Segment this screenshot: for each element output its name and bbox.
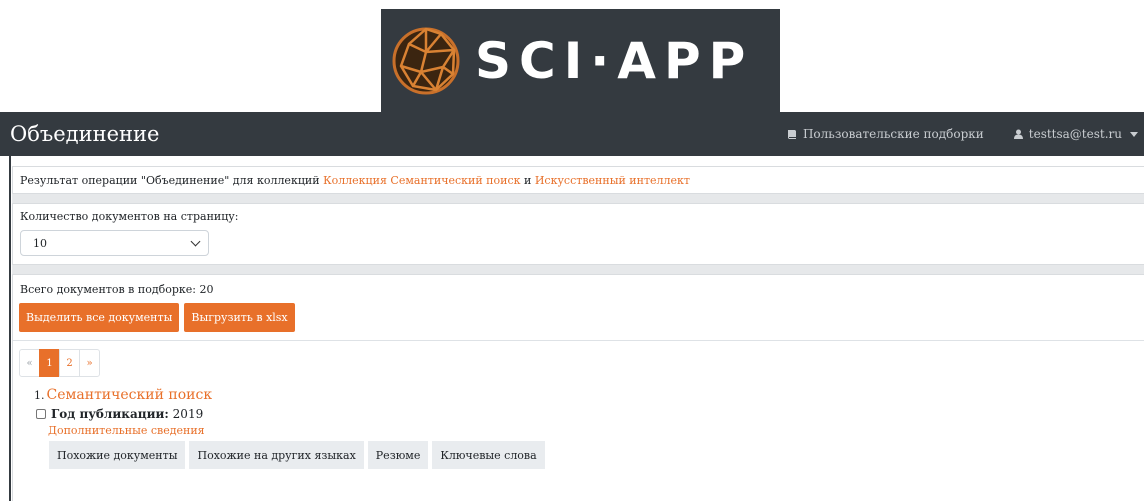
collection-link-2[interactable]: Искусственный интеллект [535,174,690,187]
pagination-page-1[interactable]: 1 [39,349,60,377]
similar-other-languages-button[interactable]: Похожие на других языках [189,441,364,469]
select-all-button[interactable]: Выделить все документы [19,303,180,332]
document-checkbox[interactable] [36,409,46,419]
logo-text: SCI·APP [475,31,754,90]
card-separator [12,194,1144,203]
export-xlsx-button[interactable]: Выгрузить в xlsx [184,303,295,332]
operation-result-card: Результат операции "Объединение" для кол… [12,166,1144,194]
document-number: 1. [34,389,45,402]
summary-button[interactable]: Резюме [367,441,429,469]
pagination-page-2[interactable]: 2 [59,349,80,377]
content-left-border [9,156,11,501]
per-page-card: Количество документов на страницу: 10 [12,203,1144,265]
card-separator [12,265,1144,274]
documents-card: Всего документов в подборке: 20 Выделить… [12,274,1144,501]
per-page-label: Количество документов на страницу: [20,210,239,223]
document-title-link[interactable]: Семантический поиск [47,387,213,403]
pagination: « 1 2 » [19,349,1144,377]
per-page-value: 10 [33,236,47,250]
user-menu-dropdown[interactable]: testtsa@test.ru [1013,127,1138,141]
user-collections-label: Пользовательские подборки [802,127,984,141]
user-collections-link[interactable]: Пользовательские подборки [787,127,984,141]
divider [13,340,1144,341]
per-page-select[interactable]: 10 [20,230,209,256]
user-icon [1013,129,1023,139]
result-text: Результат операции "Объединение" для кол… [20,174,324,187]
geodesic-sphere-icon [392,27,460,94]
pagination-next[interactable]: » [79,349,100,377]
total-documents: Всего документов в подборке: 20 [20,283,214,296]
document-actions: Похожие документы Похожие на других язык… [49,441,1144,469]
more-info-link[interactable]: Дополнительные сведения [48,424,205,437]
pagination-prev[interactable]: « [19,349,40,377]
result-and: и [520,174,535,187]
site-logo: SCI·APP [381,9,780,112]
caret-down-icon [1130,131,1138,137]
chevron-down-icon [190,236,201,246]
keywords-button[interactable]: Ключевые слова [432,441,545,469]
book-icon [787,129,796,139]
year-value: 2019 [172,407,204,421]
year-label: Год публикации: [51,407,169,421]
collection-link-1[interactable]: Коллекция Семантический поиск [323,174,520,187]
document-item: 1. Семантический поиск Год публикации: 2… [13,387,1144,437]
page-title: Объединение [10,122,160,146]
similar-documents-button[interactable]: Похожие документы [49,441,186,469]
navbar: Объединение Пользовательские подборки te… [0,112,1144,156]
user-email: testtsa@test.ru [1028,127,1122,141]
